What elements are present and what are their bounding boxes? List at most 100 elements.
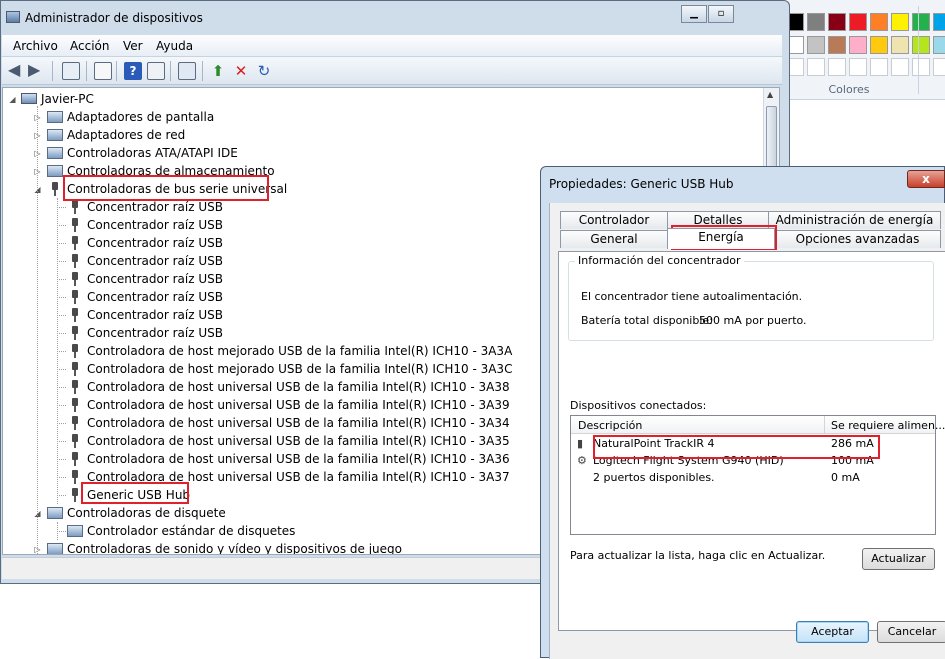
tree-category-node[interactable]: Adaptadores de red [47, 126, 517, 144]
color-swatch[interactable] [849, 36, 867, 54]
device-list-row[interactable]: ▮ NaturalPoint TrackIR 4 286 mA [571, 436, 935, 452]
device-manager-titlebar[interactable]: Administrador de dispositivos ▁ ▫ [1, 1, 789, 35]
tree-category-node[interactable]: Controladoras de disquete [47, 504, 517, 522]
tree-category-node[interactable]: Controladoras ATA/ATAPI IDE [47, 144, 517, 162]
maximize-button[interactable]: ▫ [708, 5, 734, 23]
forward-arrow-icon[interactable]: ▶ [28, 62, 46, 80]
dialog-close-button[interactable]: x [907, 170, 945, 188]
list-view-icon[interactable] [147, 62, 165, 80]
empty-color-swatch[interactable] [807, 58, 825, 76]
tree-device-node[interactable]: Controladora de host universal USB de la… [67, 468, 537, 486]
tree-node-label: Controladoras de almacenamiento [67, 164, 275, 178]
empty-color-swatch[interactable] [849, 58, 867, 76]
tree-node-label: Controladora de host universal USB de la… [87, 452, 510, 466]
tree-device-node[interactable]: Concentrador raíz USB [67, 288, 537, 306]
column-header-description[interactable]: Descripción [578, 419, 642, 432]
column-separator[interactable] [824, 416, 825, 434]
ok-button[interactable]: Aceptar [796, 621, 869, 643]
tree-device-node[interactable]: Controladora de host universal USB de la… [67, 432, 537, 450]
color-swatch[interactable] [828, 13, 846, 31]
tree-node-label: Controladoras de disquete [67, 506, 226, 520]
tab-opciones-avanzadas[interactable]: Opciones avanzadas [774, 230, 941, 248]
color-swatch[interactable] [891, 36, 909, 54]
tree-connector [57, 477, 66, 478]
monitor-icon [47, 111, 63, 123]
scroll-up-icon[interactable]: ▲ [767, 90, 773, 99]
color-swatch[interactable] [933, 36, 945, 54]
empty-color-swatch[interactable] [870, 58, 888, 76]
tree-device-node[interactable]: Controladora de host universal USB de la… [67, 450, 537, 468]
connected-devices-label: Dispositivos conectados: [570, 399, 707, 412]
tree-category-node[interactable]: Controladoras de bus serie universal [47, 180, 517, 198]
tree-device-node[interactable]: Concentrador raíz USB [67, 324, 537, 342]
tree-device-node[interactable]: Controladora de host universal USB de la… [67, 378, 537, 396]
close-icon: x [922, 172, 930, 186]
tab-detalles[interactable]: Detalles [667, 211, 769, 229]
tree-category-node[interactable]: Adaptadores de pantalla [47, 108, 517, 126]
minimize-button[interactable]: ▁ [681, 5, 707, 23]
colors-label: Colores [828, 83, 870, 96]
device-view-icon[interactable] [62, 62, 80, 80]
device-list-row[interactable]: ⚙ Logitech Flight System G940 (HID) 100 mA [571, 453, 935, 469]
properties-sheet-icon[interactable] [94, 62, 112, 80]
tree-device-node[interactable]: Concentrador raíz USB [67, 252, 537, 270]
tree-node-label: Controladoras de sonido y vídeo y dispos… [67, 542, 402, 555]
enable-device-icon[interactable]: ↻ [255, 62, 273, 80]
color-swatch[interactable] [912, 36, 930, 54]
color-swatch[interactable] [849, 13, 867, 31]
column-header-power[interactable]: Se requiere alimen... [831, 419, 945, 432]
empty-color-swatch[interactable] [912, 58, 930, 76]
tree-node-label: Controlador estándar de disquetes [87, 524, 296, 538]
color-swatch[interactable] [870, 13, 888, 31]
tree-root-node[interactable]: Javier-PC [21, 90, 221, 108]
menu-accion[interactable]: Acción [70, 39, 109, 53]
tree-device-node[interactable]: Controladora de host universal USB de la… [67, 414, 537, 432]
help-icon[interactable]: ? [124, 62, 142, 80]
menu-ayuda[interactable]: Ayuda [156, 39, 193, 53]
tree-device-node[interactable]: Controladora de host universal USB de la… [67, 396, 537, 414]
tree-device-node[interactable]: Controladora de host mejorado USB de la … [67, 360, 537, 378]
color-swatch[interactable] [891, 13, 909, 31]
empty-color-swatch[interactable] [933, 58, 945, 76]
tab-energia[interactable]: Energía [667, 228, 775, 249]
uninstall-device-icon[interactable]: ✕ [232, 62, 250, 80]
tab-general[interactable]: General [560, 230, 668, 248]
empty-color-swatch[interactable] [828, 58, 846, 76]
tree-connector [57, 369, 66, 370]
tree-device-node[interactable]: Concentrador raíz USB [67, 198, 537, 216]
tree-category-node[interactable]: Controladoras de sonido y vídeo y dispos… [47, 540, 517, 555]
color-swatch[interactable] [870, 36, 888, 54]
color-swatch[interactable] [807, 13, 825, 31]
menu-archivo[interactable]: Archivo [13, 39, 58, 53]
back-arrow-icon[interactable]: ◀ [8, 62, 26, 80]
tab-controlador[interactable]: Controlador [560, 211, 668, 229]
device-name: Logitech Flight System G940 (HID) [593, 454, 784, 467]
empty-color-swatch[interactable] [891, 58, 909, 76]
color-swatch[interactable] [912, 13, 930, 31]
tab-administracion-energia[interactable]: Administración de energía [768, 211, 941, 229]
cancel-button[interactable]: Cancelar [877, 621, 945, 643]
connected-devices-list[interactable]: Descripción Se requiere alimen... ▮ Natur… [570, 415, 945, 535]
color-swatch[interactable] [807, 36, 825, 54]
tree-node-label: Concentrador raíz USB [87, 236, 223, 250]
device-list-row[interactable]: 2 puertos disponibles. 0 mA [571, 470, 935, 486]
update-driver-icon[interactable]: ⬆ [209, 62, 227, 80]
tree-device-node[interactable]: Controladora de host mejorado USB de la … [67, 342, 537, 360]
color-swatch[interactable] [933, 13, 945, 31]
tree-device-node[interactable]: Concentrador raíz USB [67, 306, 537, 324]
self-powered-text: El concentrador tiene autoalimentación. [581, 290, 803, 303]
scan-hardware-icon[interactable] [178, 62, 196, 80]
tree-device-node[interactable]: Concentrador raíz USB [67, 270, 537, 288]
collapse-icon[interactable]: ◢ [8, 95, 17, 104]
toolbar-separator [86, 61, 87, 81]
tree-device-node[interactable]: Controlador estándar de disquetes [67, 522, 537, 540]
tree-device-node[interactable]: Generic USB Hub [67, 486, 537, 504]
tree-device-node[interactable]: Concentrador raíz USB [67, 216, 537, 234]
device-power: 0 mA [831, 471, 860, 484]
usb-icon [67, 235, 83, 251]
tree-category-node[interactable]: Controladoras de almacenamiento [47, 162, 517, 180]
menu-ver[interactable]: Ver [123, 39, 143, 53]
color-swatch[interactable] [828, 36, 846, 54]
tree-device-node[interactable]: Concentrador raíz USB [67, 234, 537, 252]
refresh-button[interactable]: Actualizar [862, 548, 935, 570]
